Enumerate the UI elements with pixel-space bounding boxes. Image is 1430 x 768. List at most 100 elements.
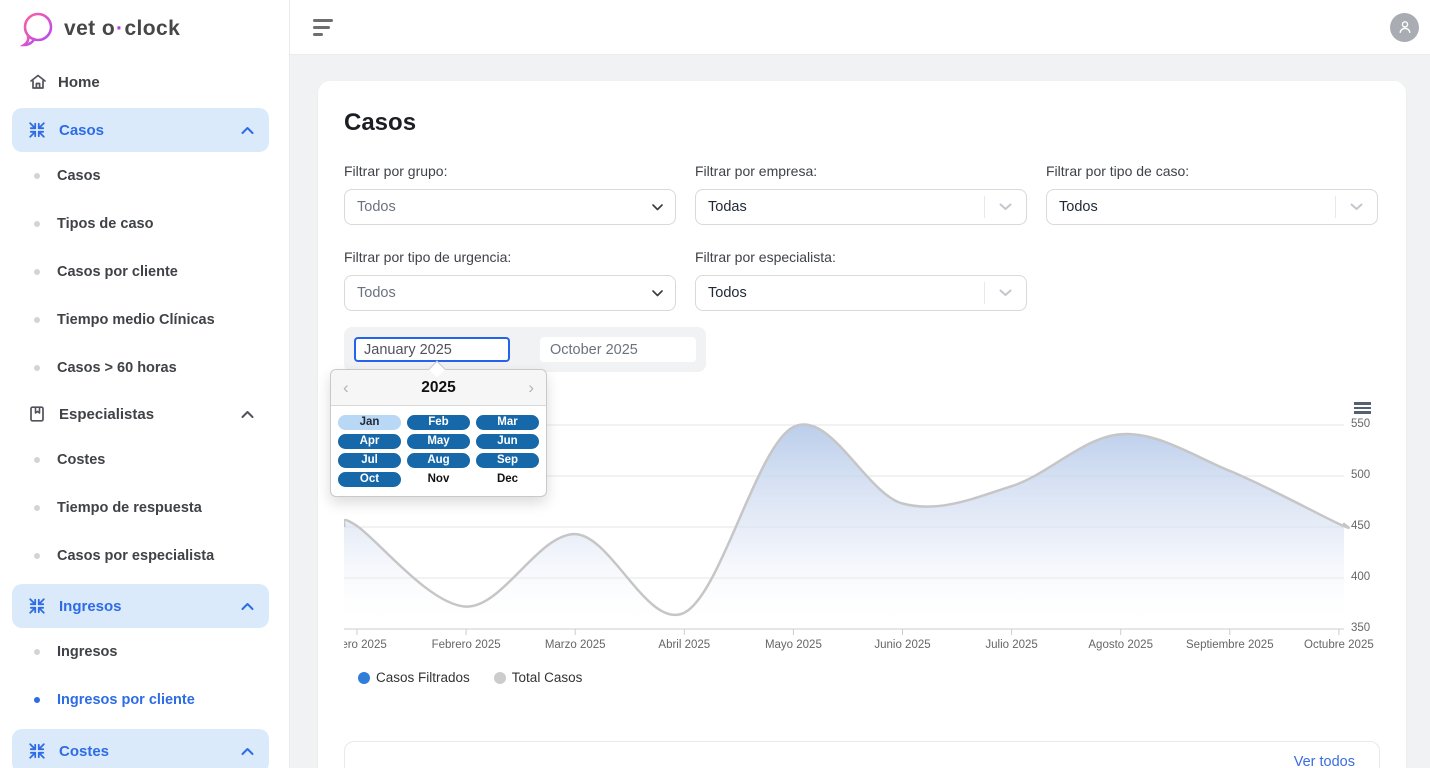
year-label: 2025 [421,379,455,397]
legend-total-casos[interactable]: Total Casos [494,670,583,685]
filter-empresa: Filtrar por empresa: Todas [695,163,1027,225]
month-nov[interactable]: Nov [407,472,470,487]
user-avatar[interactable] [1390,13,1419,42]
month-may[interactable]: May [407,434,470,449]
chevron-down-icon [1335,196,1377,218]
bullet-icon [34,505,40,511]
bullet-icon [34,173,40,179]
month-jun[interactable]: Jun [476,434,539,449]
empresa-select[interactable]: Todas [695,189,1027,225]
month-aug[interactable]: Aug [407,453,470,468]
filter-tipo-de-urgencia: Filtrar por tipo de urgencia: Todos [344,249,676,311]
chart-legend: Casos Filtrados Total Casos [358,670,1380,685]
compress-arrows-icon [28,597,46,615]
month-jul[interactable]: Jul [338,453,401,468]
sidebar-nav: Home Casos Casos Tipos de caso [0,50,289,768]
logo-text: vet o·clock [64,17,180,41]
filter-label: Filtrar por tipo de urgencia: [344,249,676,265]
y-axis-label: 400 [1351,571,1380,583]
month-sep[interactable]: Sep [476,453,539,468]
filter-label: Filtrar por grupo: [344,163,676,179]
prev-year-button[interactable]: ‹ [343,379,349,396]
sidebar-section-costes[interactable]: Costes [12,729,269,768]
sidebar-item-tipos-de-caso[interactable]: Tipos de caso [0,200,289,248]
x-axis-label: Febrero 2025 [432,639,501,651]
x-axis-label: Octubre 2025 [1304,639,1374,651]
y-axis-label: 350 [1351,622,1380,634]
sidebar-item-casos[interactable]: Casos [0,152,289,200]
filter-label: Filtrar por tipo de caso: [1046,163,1378,179]
page-title: Casos [344,109,1380,137]
sidebar-section-label: Costes [59,743,109,760]
next-year-button[interactable]: › [528,379,534,396]
chevron-down-icon [652,290,663,297]
sidebar-item-casos-por-cliente[interactable]: Casos por cliente [0,248,289,296]
month-jan[interactable]: Jan [338,415,401,430]
bullet-icon [34,457,40,463]
x-axis-label: Mayo 2025 [765,639,822,651]
chevron-down-icon [984,196,1026,218]
sidebar-item-ingresos[interactable]: Ingresos [0,628,289,676]
sidebar-item-costes[interactable]: Costes [0,436,289,484]
sidebar-item-ingresos-por-cliente[interactable]: Ingresos por cliente [0,676,289,724]
month-picker-popup: ‹ 2025 › Jan Feb Mar Apr May Jun Jul Aug… [330,369,547,497]
chevron-down-icon [984,282,1026,304]
hamburger-icon [1354,402,1371,405]
tipo-de-caso-select[interactable]: Todos [1046,189,1378,225]
month-oct[interactable]: Oct [338,472,401,487]
app-logo: vet o·clock [0,0,289,50]
tipo-de-urgencia-select[interactable]: Todos [344,275,676,311]
sidebar-section-casos[interactable]: Casos [12,108,269,152]
start-date-input[interactable] [354,337,510,362]
bullet-icon [34,269,40,275]
month-dec[interactable]: Dec [476,472,539,487]
chevron-up-icon [241,602,254,611]
x-axis-label: Enero 2025 [344,639,387,651]
content-area: Casos Filtrar por grupo: Todos Filtrar p… [290,55,1430,768]
menu-toggle-button[interactable] [313,19,333,36]
compress-arrows-icon [28,121,46,139]
main-area: Casos Filtrar por grupo: Todos Filtrar p… [290,0,1430,768]
y-axis-label: 500 [1351,469,1380,481]
sidebar-section-especialistas[interactable]: Especialistas [12,392,269,436]
list-card: Ver todos [344,741,1380,768]
chevron-up-icon [241,410,254,419]
x-axis-label: Junio 2025 [874,639,930,651]
grupo-select[interactable]: Todos [344,189,676,225]
sidebar-item-label: Home [58,74,100,91]
bullet-icon [34,649,40,655]
filter-tipo-de-caso: Filtrar por tipo de caso: Todos [1046,163,1378,225]
casos-card: Casos Filtrar por grupo: Todos Filtrar p… [318,81,1406,768]
filter-especialista: Filtrar por especialista: Todos [695,249,1027,311]
bullet-icon [34,697,40,703]
x-axis-label: Septiembre 2025 [1186,639,1274,651]
sidebar-item-tiempo-de-respuesta[interactable]: Tiempo de respuesta [0,484,289,532]
bullet-icon [34,221,40,227]
sidebar-section-ingresos[interactable]: Ingresos [12,584,269,628]
user-icon [1397,19,1413,35]
legend-casos-filtrados[interactable]: Casos Filtrados [358,670,470,685]
sort-bars-icon [313,19,333,22]
sidebar-item-casos-60-horas[interactable]: Casos > 60 horas [0,344,289,392]
sidebar-item-tiempo-medio-clinicas[interactable]: Tiempo medio Clínicas [0,296,289,344]
x-axis-label: Julio 2025 [985,639,1037,651]
y-axis-label: 450 [1351,520,1380,532]
book-bookmark-icon [28,405,46,423]
bullet-icon [34,365,40,371]
home-icon [28,72,48,92]
month-feb[interactable]: Feb [407,415,470,430]
filter-label: Filtrar por empresa: [695,163,1027,179]
chevron-up-icon [241,126,254,135]
especialista-select[interactable]: Todos [695,275,1027,311]
end-date-input[interactable] [540,337,696,362]
filter-grupo: Filtrar por grupo: Todos [344,163,676,225]
sidebar-section-label: Ingresos [59,598,122,615]
ver-todos-link[interactable]: Ver todos [1294,754,1355,768]
month-apr[interactable]: Apr [338,434,401,449]
x-axis-label: Abril 2025 [658,639,710,651]
sidebar-item-casos-por-especialista[interactable]: Casos por especialista [0,532,289,580]
chart-context-menu-button[interactable] [1352,400,1373,416]
bullet-icon [34,553,40,559]
sidebar-item-home[interactable]: Home [0,58,289,106]
month-mar[interactable]: Mar [476,415,539,430]
